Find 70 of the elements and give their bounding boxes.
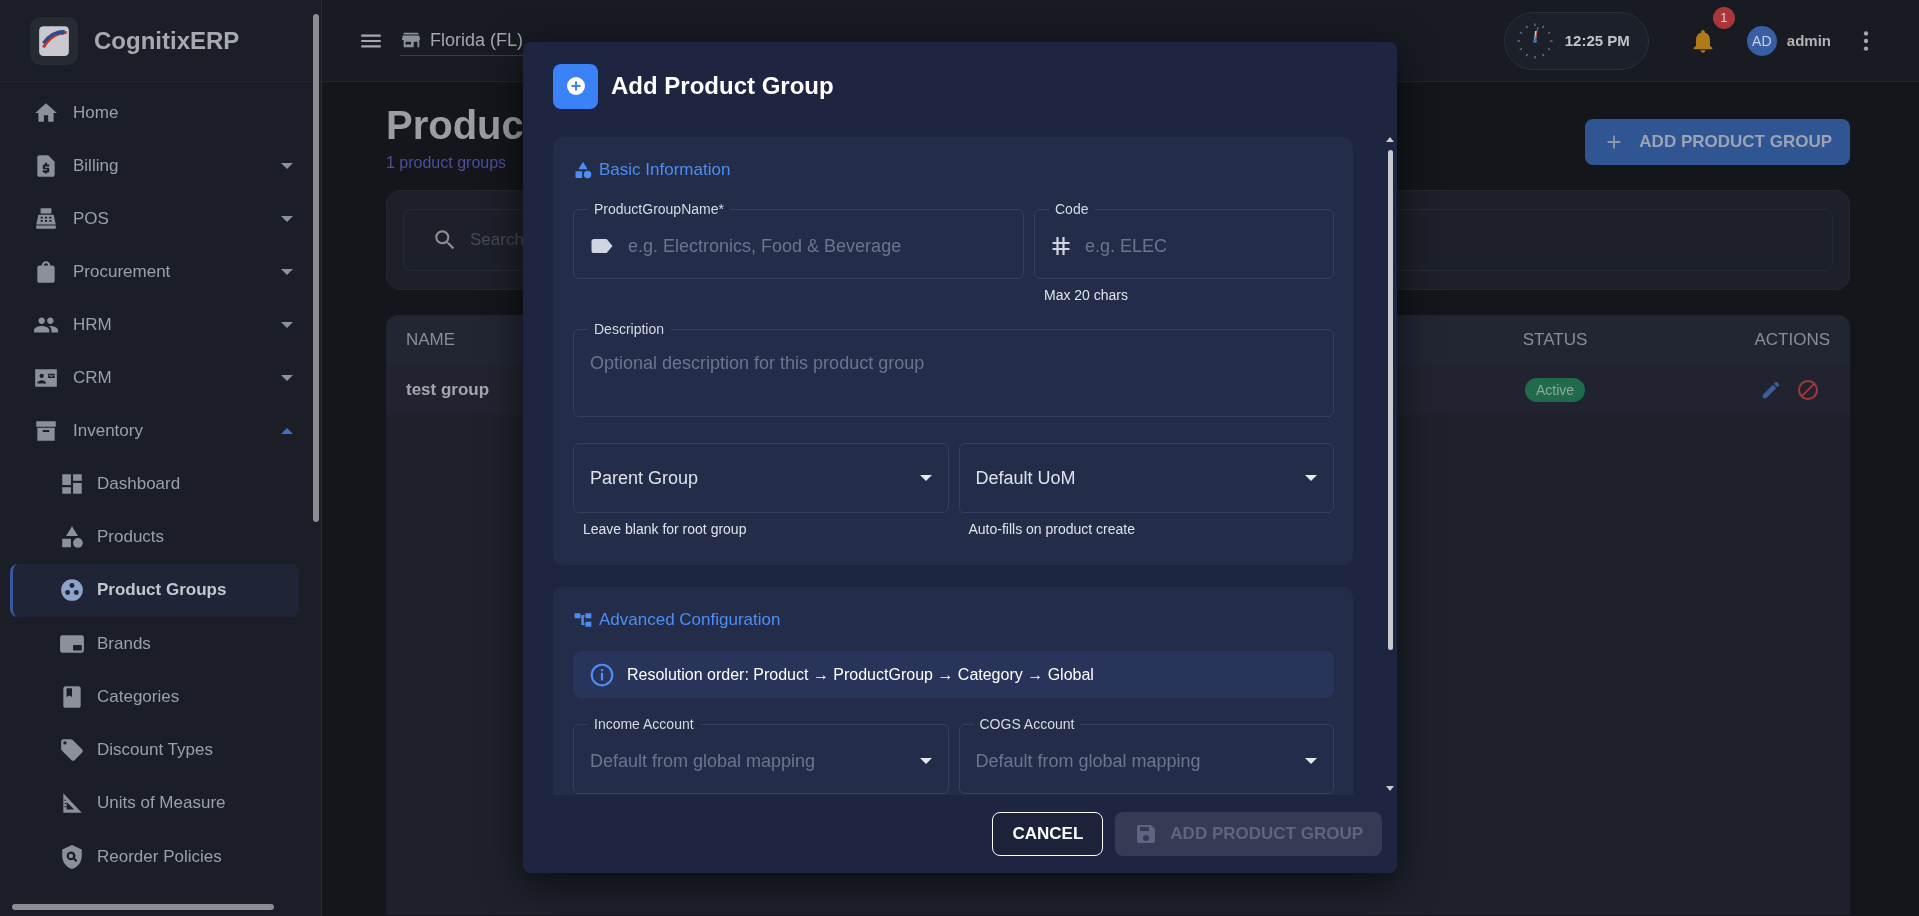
sidebar-item[interactable]: Products xyxy=(10,510,299,564)
page-subtitle: 1 product groups xyxy=(386,154,508,172)
scrollbar-thumb[interactable] xyxy=(12,904,274,910)
caret-icon xyxy=(919,758,932,764)
text-area-input[interactable]: Optional description for this product group xyxy=(590,353,1317,403)
sidebar-item[interactable]: Reorder Policies xyxy=(10,830,299,884)
sidebar-item[interactable]: Inventory xyxy=(10,404,299,457)
location-select[interactable]: Florida (FL) xyxy=(400,25,523,56)
section-title: Advanced Configuration xyxy=(573,609,1334,631)
hierarchy-icon xyxy=(573,610,593,630)
sidebar-item[interactable]: Units of Measure xyxy=(10,776,299,831)
column-header: ACTIONS xyxy=(1754,330,1830,350)
info-icon xyxy=(589,661,615,688)
sidebar-item[interactable]: POS xyxy=(10,192,299,245)
select-field[interactable]: Income Account Default from global mapping xyxy=(573,716,949,794)
sidebar-item[interactable]: CRM xyxy=(10,351,299,404)
input-field[interactable]: ProductGroupName* e.g. Electronics, Food & Beverage xyxy=(573,201,1024,279)
sidebar-item[interactable]: Product Groups xyxy=(10,563,299,617)
field-label: ProductGroupName* xyxy=(593,201,725,217)
select-field[interactable]: Parent Group xyxy=(573,443,949,513)
select-field[interactable]: Default UoM xyxy=(958,443,1334,513)
table-cell: test group xyxy=(406,380,490,400)
edit-icon[interactable] xyxy=(1760,379,1782,401)
tag-icon xyxy=(59,737,85,764)
notification-badge: 1 xyxy=(1712,6,1735,29)
flag-swoosh-drawing xyxy=(37,23,71,58)
scrollbar-thumb[interactable] xyxy=(313,14,319,522)
user-menu[interactable]: AD admin xyxy=(1746,25,1831,56)
section-title: Basic Information xyxy=(573,159,1334,181)
sidebar-item[interactable]: HRM xyxy=(10,298,299,351)
clock-time: 12:25 PM xyxy=(1564,32,1630,49)
field-label: Income Account xyxy=(593,716,695,732)
caret-icon xyxy=(1305,475,1317,481)
cancel-button[interactable]: CANCEL xyxy=(992,812,1104,856)
select-field[interactable]: COGS Account Default from global mapping xyxy=(958,716,1334,794)
shield-icon xyxy=(59,843,85,870)
text-area-field[interactable]: Description Optional description for this product group xyxy=(573,321,1334,417)
helper-text: Auto-fills on product create xyxy=(968,521,1137,537)
block-icon[interactable] xyxy=(1796,378,1820,402)
info-alert: Resolution order: Product → ProductGroup → Category → Global xyxy=(573,651,1334,698)
field-label: Description xyxy=(593,321,666,337)
column-header: NAME xyxy=(406,330,456,350)
input-field[interactable]: Code e.g. ELEC xyxy=(1034,201,1334,279)
page-title: Produc xyxy=(386,102,524,148)
column-header: STATUS xyxy=(1522,330,1588,350)
user-name: admin xyxy=(1786,32,1831,49)
hash-icon xyxy=(1051,236,1071,256)
shapes-icon xyxy=(573,160,593,180)
text-input[interactable]: e.g. ELEC xyxy=(1085,235,1317,257)
sidebar-item[interactable]: Dashboard xyxy=(10,457,299,511)
tag-icon xyxy=(590,239,614,253)
cash-register-icon xyxy=(33,205,59,232)
sidebar-item[interactable]: Billing xyxy=(10,139,299,192)
helper-text: Max 20 chars xyxy=(1044,287,1130,303)
user-avatar: AD xyxy=(1746,25,1777,56)
status-badge: Active xyxy=(1524,378,1586,402)
caret-icon xyxy=(1305,758,1317,764)
field-label: Code xyxy=(1054,201,1090,217)
field-label: COGS Account xyxy=(978,716,1076,732)
dialog-title: Add Product Group xyxy=(611,72,834,100)
app-name: CognitixERP xyxy=(94,26,240,55)
scrollbar-thumb[interactable] xyxy=(1388,150,1393,650)
text-input[interactable]: e.g. Electronics, Food & Beverage xyxy=(628,235,1007,257)
sidebar-item[interactable]: Discount Types xyxy=(10,723,299,777)
sidebar-item[interactable]: Brands xyxy=(10,616,299,671)
sidebar-item[interactable]: Home xyxy=(10,86,299,139)
sidebar-item[interactable]: Categories xyxy=(10,670,299,724)
caret-icon xyxy=(919,475,932,481)
helper-text: Leave blank for root group xyxy=(583,521,748,537)
sidebar-item[interactable]: Procurement xyxy=(10,245,299,298)
